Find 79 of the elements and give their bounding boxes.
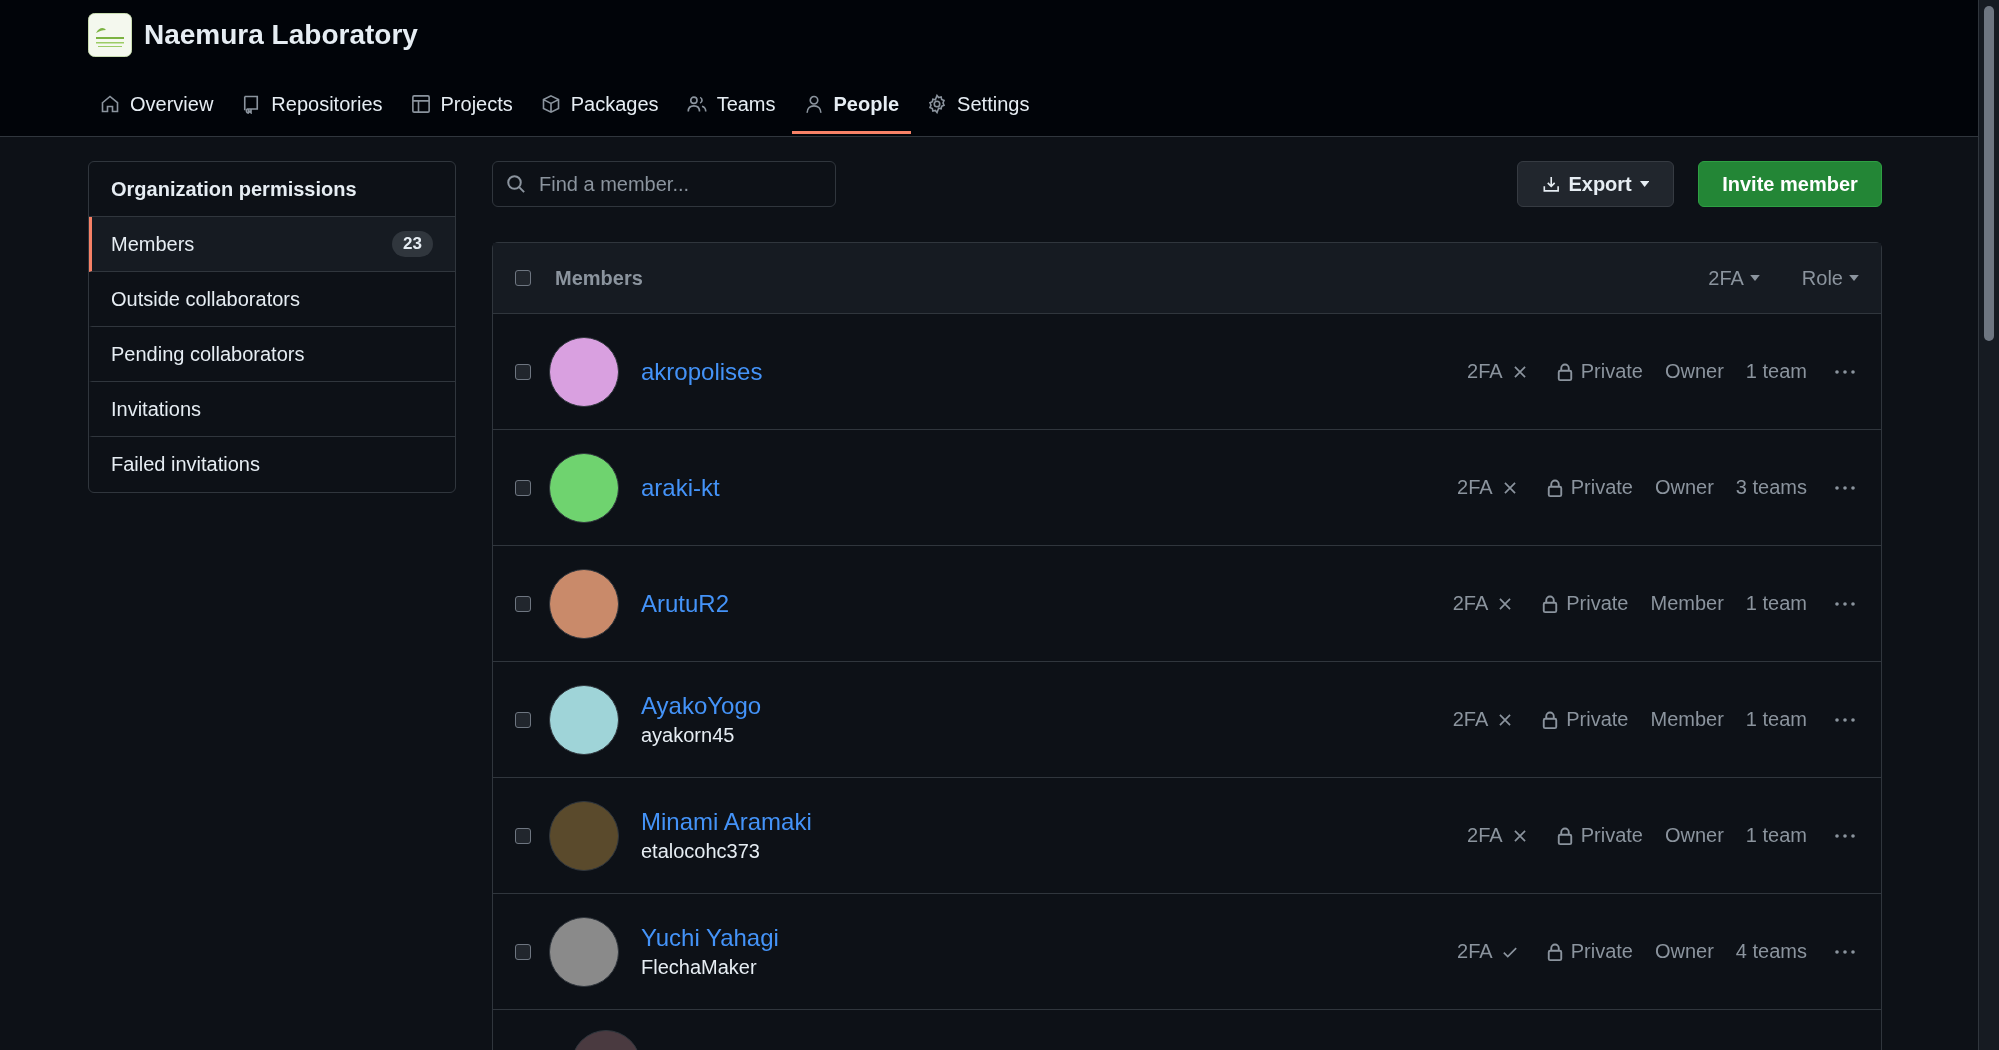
people-icon [686, 94, 707, 114]
member-name-link[interactable]: ArutuR2 [641, 589, 730, 618]
teams-link[interactable]: 1 team [1745, 708, 1807, 731]
teams-link[interactable]: 1 team [1745, 824, 1807, 847]
role-label[interactable]: Owner [1654, 476, 1714, 499]
visibility-label[interactable]: Private [1566, 708, 1629, 731]
two-factor-status: 2FA [1457, 476, 1493, 499]
kebab-icon [1835, 369, 1855, 374]
two-factor-status: 2FA [1452, 708, 1489, 731]
nav-tab[interactable]: Projects [398, 77, 525, 134]
sidebar-item[interactable]: Members 23 [89, 217, 455, 272]
teams-link[interactable]: 3 teams [1735, 476, 1807, 499]
visibility-label[interactable]: Private [1580, 824, 1643, 847]
visibility-label[interactable]: Private [1570, 940, 1633, 963]
member-name-link[interactable]: akropolises [641, 357, 763, 386]
caret-icon [1849, 275, 1859, 281]
row-checkbox[interactable] [515, 363, 531, 380]
home-icon [100, 94, 120, 114]
kebab-icon [1835, 485, 1855, 490]
nav-tab[interactable]: Teams [674, 77, 788, 134]
download-icon [1542, 174, 1561, 194]
row-checkbox[interactable] [515, 711, 531, 728]
nav-tab[interactable]: Settings [915, 77, 1042, 134]
settings-icon [927, 94, 948, 114]
search-field[interactable]: Find a member... [492, 161, 836, 207]
row-checkbox[interactable] [515, 595, 531, 612]
role-label[interactable]: Owner [1664, 824, 1724, 847]
invite-member-button[interactable]: Invite member [1698, 161, 1882, 207]
filter-dropdown[interactable]: Role [1801, 266, 1859, 290]
sidebar-item[interactable]: Failed invitations [89, 437, 455, 492]
nav-tab[interactable]: Repositories [229, 77, 395, 134]
row-checkbox[interactable] [515, 827, 531, 844]
count-badge: 23 [392, 231, 433, 257]
teams-link[interactable]: 4 teams [1735, 940, 1807, 963]
org-logo-icon [88, 13, 132, 57]
role-label[interactable]: Member [1650, 592, 1724, 615]
org-name: Naemura Laboratory [144, 19, 418, 51]
kebab-icon [1835, 717, 1855, 722]
member-name-link[interactable]: Minami Aramaki [641, 808, 812, 836]
nav-tab[interactable]: People [791, 77, 912, 134]
caret-icon [1639, 181, 1649, 187]
box-icon [540, 94, 561, 114]
role-label[interactable]: Owner [1654, 940, 1714, 963]
export-button[interactable]: Export [1517, 161, 1674, 207]
teams-link[interactable]: 1 team [1745, 592, 1807, 615]
visibility-label[interactable]: Private [1566, 592, 1629, 615]
caret-icon [1749, 275, 1760, 281]
sidebar-item[interactable]: Invitations [89, 382, 455, 437]
two-factor-status: 2FA [1467, 824, 1503, 847]
kebab-icon [1835, 833, 1855, 838]
role-label[interactable]: Member [1650, 708, 1724, 731]
two-factor-status: 2FA [1457, 940, 1493, 963]
nav-tab[interactable]: Overview [88, 77, 226, 134]
member-name-link[interactable]: araki-kt [641, 473, 720, 502]
row-checkbox[interactable] [515, 943, 531, 960]
search-icon [506, 174, 526, 194]
two-factor-status: 2FA [1452, 592, 1489, 615]
sidebar-item[interactable]: Pending collaborators [89, 327, 455, 382]
teams-link[interactable]: 1 team [1745, 360, 1807, 383]
member-login: FlechaMaker [641, 956, 758, 979]
scrollbar-thumb[interactable] [1984, 6, 1994, 341]
person-icon [803, 94, 824, 114]
row-checkbox[interactable] [515, 479, 531, 496]
table-icon [410, 94, 431, 114]
visibility-label[interactable]: Private [1570, 476, 1633, 499]
two-factor-status: 2FA [1467, 360, 1503, 383]
member-name-link[interactable]: Yuchi Yahagi [641, 924, 779, 952]
filter-dropdown[interactable]: 2FA [1708, 266, 1760, 290]
kebab-icon [1835, 949, 1855, 954]
role-label[interactable]: Owner [1664, 360, 1724, 383]
member-name-link[interactable]: AyakoYogo [641, 692, 762, 720]
member-login: etalocohc373 [641, 840, 761, 863]
visibility-label[interactable]: Private [1580, 360, 1643, 383]
members-heading: Members [555, 266, 643, 290]
nav-tab[interactable]: Packages [528, 77, 671, 134]
select-all-checkbox[interactable] [515, 270, 531, 286]
kebab-icon [1835, 601, 1855, 606]
member-login: ayakorn45 [641, 724, 736, 747]
sidebar-item[interactable]: Outside collaborators [89, 272, 455, 327]
